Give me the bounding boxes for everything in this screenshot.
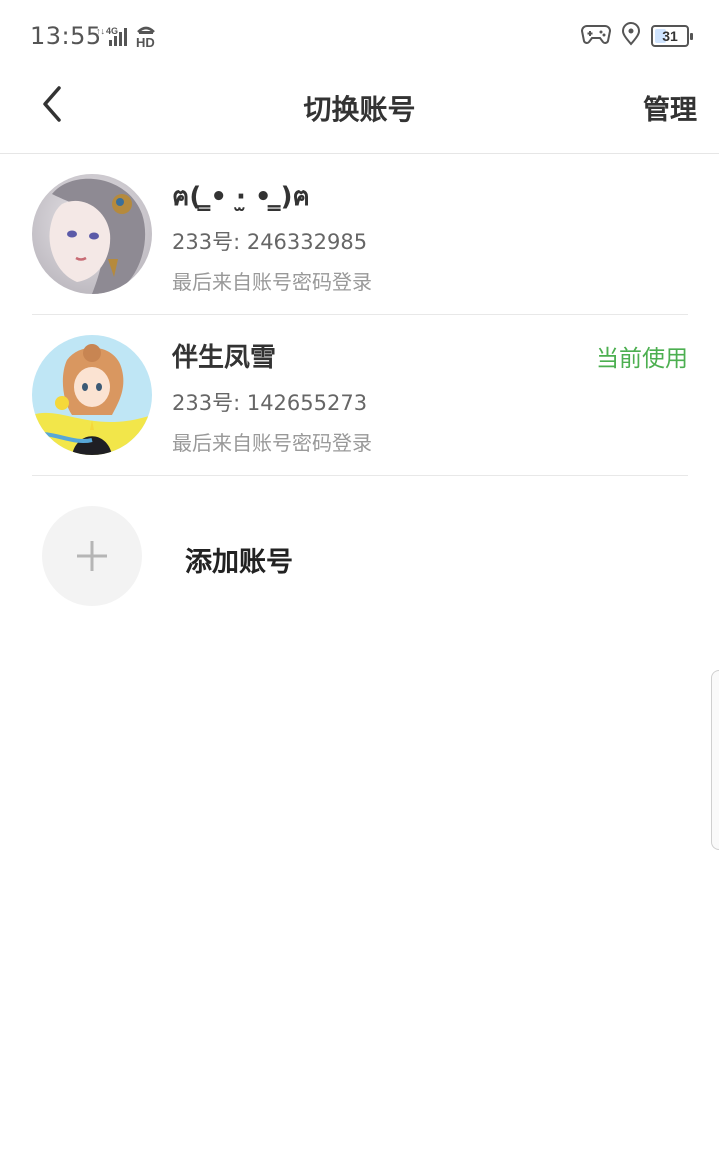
account-id: 233号: 246332985: [172, 230, 368, 254]
location-icon: [621, 22, 641, 50]
account-list: ฅ( ̳• ·̫ • ̳)ฅ 233号: 246332985 最后来自账号密码登…: [32, 154, 688, 476]
plus-icon: [77, 541, 107, 571]
account-name: ฅ( ̳• ·̫ • ̳)ฅ: [172, 182, 310, 212]
network-type-label: 4G: [106, 26, 118, 36]
account-name: 伴生凤雪: [172, 343, 277, 373]
nav-bar: 切换账号 管理: [0, 76, 719, 154]
signal-icon: ↑↓ 4G HD: [96, 24, 162, 56]
svg-text:HD: HD: [136, 35, 155, 50]
add-account-label: 添加账号: [185, 547, 293, 578]
battery-icon: 31: [651, 25, 693, 47]
account-login-method: 最后来自账号密码登录: [172, 431, 372, 455]
manage-button[interactable]: 管理: [643, 88, 697, 127]
page-title: 切换账号: [303, 93, 416, 126]
status-time: 13:55: [30, 22, 102, 50]
battery-level: 31: [662, 28, 678, 44]
status-bar: 13:55 ↑↓ 4G HD 31: [0, 0, 719, 76]
account-row[interactable]: ฅ( ̳• ·̫ • ̳)ฅ 233号: 246332985 最后来自账号密码登…: [32, 154, 688, 315]
side-drawer-handle[interactable]: [711, 670, 719, 850]
gamepad-icon: [580, 22, 612, 50]
current-account-badge: 当前使用: [596, 346, 688, 372]
account-login-method: 最后来自账号密码登录: [172, 270, 372, 294]
add-account-circle: [42, 506, 142, 606]
status-right-icons: 31: [580, 22, 693, 50]
account-id: 233号: 142655273: [172, 391, 368, 415]
account-row[interactable]: 伴生凤雪 233号: 142655273 最后来自账号密码登录 当前使用: [32, 315, 688, 476]
add-account-button[interactable]: 添加账号: [32, 500, 688, 610]
avatar: [32, 335, 152, 455]
avatar: [32, 174, 152, 294]
svg-text:↑↓: ↑↓: [96, 26, 105, 36]
battery-tip: [690, 33, 693, 40]
